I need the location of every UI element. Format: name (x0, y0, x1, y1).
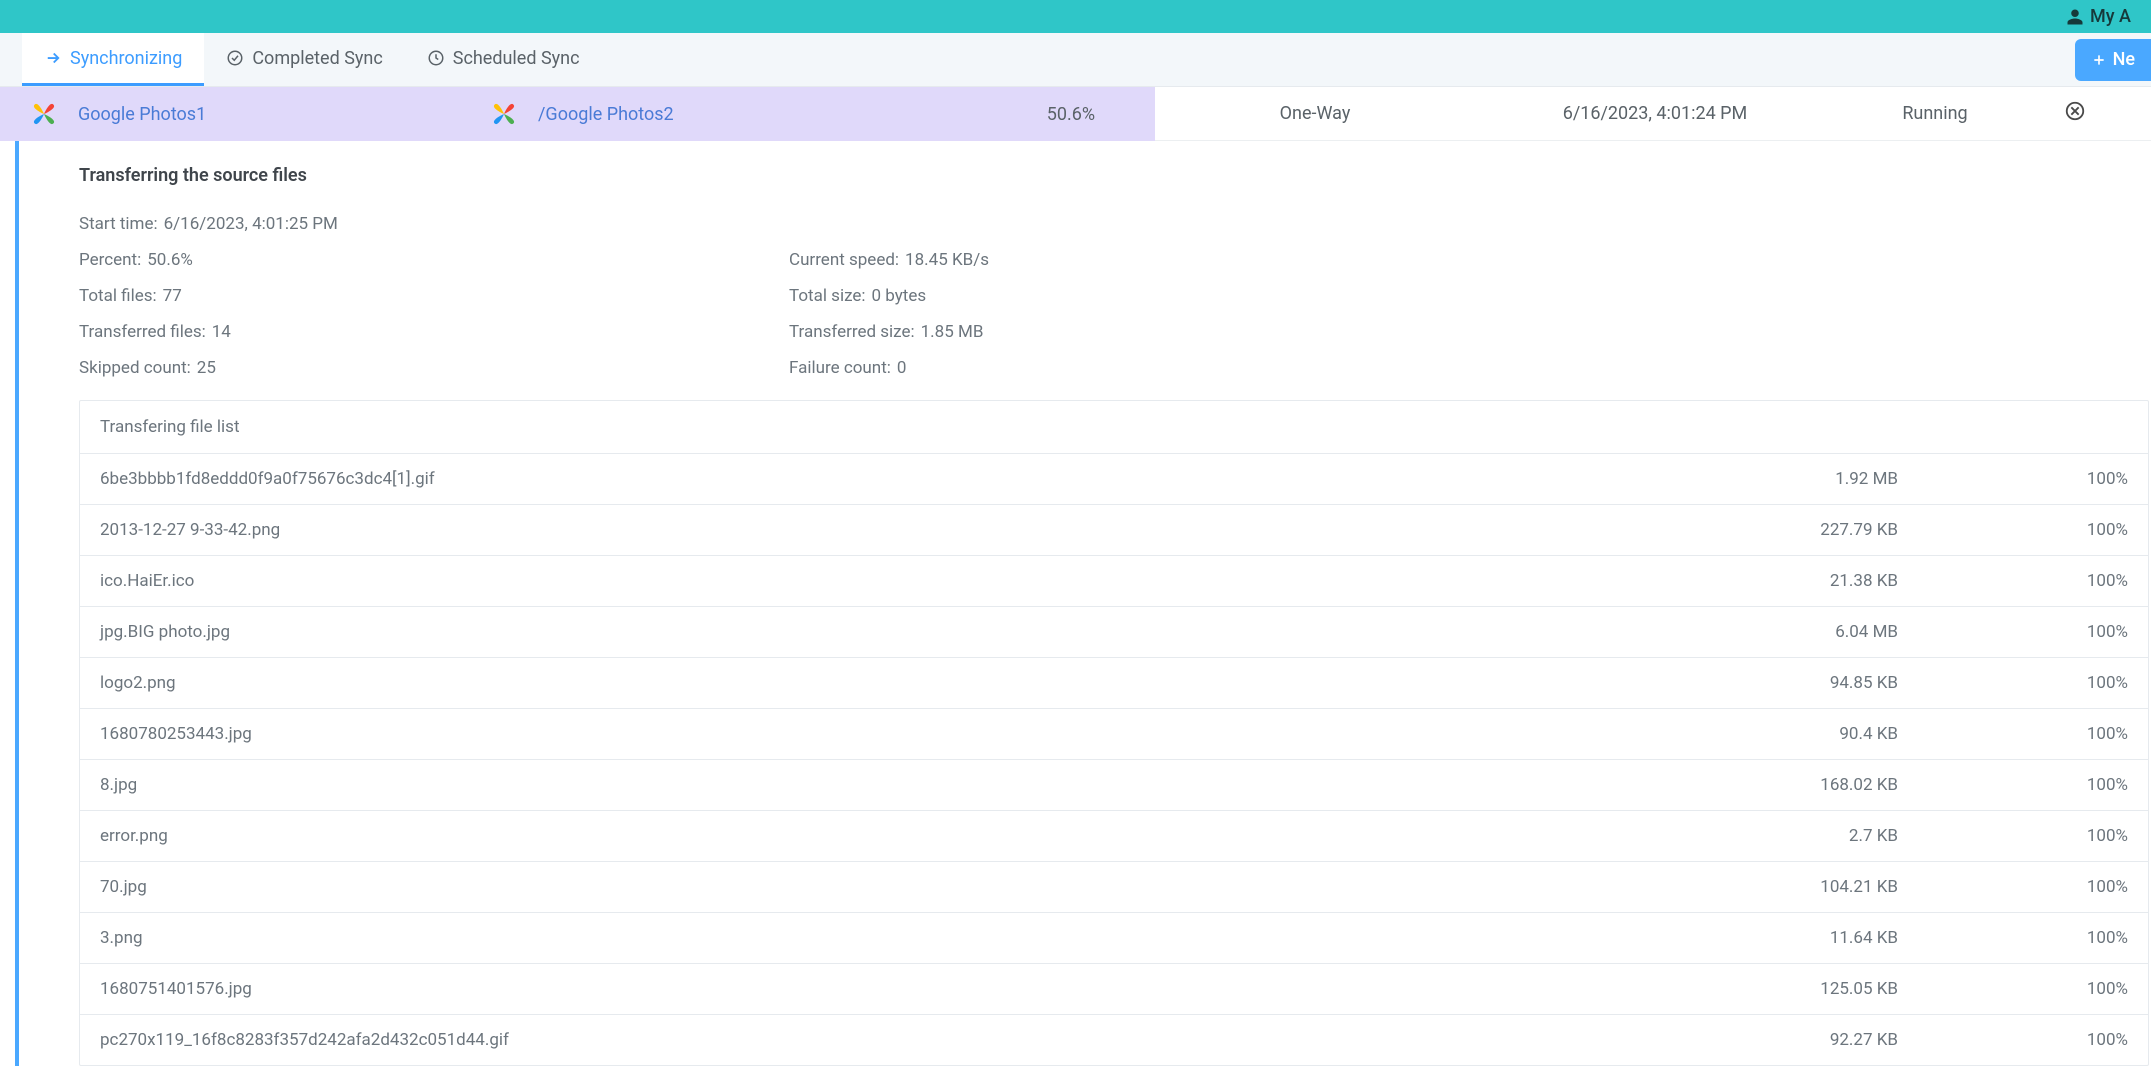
stat-percent: Percent 50.6% (79, 250, 789, 270)
cancel-circle-icon (2064, 100, 2086, 122)
stat-speed: Current speed 18.45 KB/s (789, 250, 1499, 270)
file-size: 11.64 KB (1678, 928, 1938, 948)
destination-name: /Google Photos2 (538, 104, 674, 125)
file-row: 1680751401576.jpg125.05 KB100% (80, 964, 2148, 1015)
task-status: Running (1835, 103, 2035, 124)
file-row: 70.jpg104.21 KB100% (80, 862, 2148, 913)
file-size: 2.7 KB (1678, 826, 1938, 846)
file-name: 6be3bbbb1fd8eddd0f9a0f75676c3dc4[1].gif (100, 469, 1678, 489)
tab-label: Completed Sync (252, 48, 382, 69)
google-photos-icon (488, 98, 520, 130)
file-name: logo2.png (100, 673, 1678, 693)
file-row: 1680780253443.jpg90.4 KB100% (80, 709, 2148, 760)
file-list-header: Transfering file list (80, 401, 2148, 454)
file-name: 3.png (100, 928, 1678, 948)
file-name: 1680751401576.jpg (100, 979, 1678, 999)
new-task-button[interactable]: Ne (2075, 39, 2151, 81)
file-progress: 100% (1938, 928, 2128, 948)
account-label: My A (2090, 6, 2131, 27)
file-progress: 100% (1938, 979, 2128, 999)
file-size: 227.79 KB (1678, 520, 1938, 540)
file-row: pc270x119_16f8c8283f357d242afa2d432c051d… (80, 1015, 2148, 1065)
stat-transferred-files: Transferred files 14 (79, 322, 789, 342)
google-photos-icon (28, 98, 60, 130)
app-header: My A (0, 0, 2151, 33)
file-name: ico.HaiEr.ico (100, 571, 1678, 591)
file-size: 125.05 KB (1678, 979, 1938, 999)
file-size: 94.85 KB (1678, 673, 1938, 693)
file-progress: 100% (1938, 724, 2128, 744)
stat-start-time: Start time 6/16/2023, 4:01:25 PM (79, 214, 789, 234)
file-progress: 100% (1938, 877, 2128, 897)
check-circle-icon (226, 49, 244, 67)
cancel-task-button[interactable] (2064, 100, 2086, 122)
file-row: 2013-12-27 9-33-42.png227.79 KB100% (80, 505, 2148, 556)
file-progress: 100% (1938, 673, 2128, 693)
file-size: 168.02 KB (1678, 775, 1938, 795)
file-row: 3.png11.64 KB100% (80, 913, 2148, 964)
file-row: error.png2.7 KB100% (80, 811, 2148, 862)
file-size: 90.4 KB (1678, 724, 1938, 744)
file-progress: 100% (1938, 469, 2128, 489)
file-row: ico.HaiEr.ico21.38 KB100% (80, 556, 2148, 607)
file-progress: 100% (1938, 826, 2128, 846)
stat-skipped: Skipped count 25 (79, 358, 789, 378)
file-progress: 100% (1938, 571, 2128, 591)
file-row: 8.jpg168.02 KB100% (80, 760, 2148, 811)
stat-total-files: Total files 77 (79, 286, 789, 306)
file-row: logo2.png94.85 KB100% (80, 658, 2148, 709)
file-list: Transfering file list 6be3bbbb1fd8eddd0f… (79, 400, 2149, 1066)
file-row: 6be3bbbb1fd8eddd0f9a0f75676c3dc4[1].gif1… (80, 454, 2148, 505)
file-progress: 100% (1938, 775, 2128, 795)
file-name: 70.jpg (100, 877, 1678, 897)
tab-bar: Synchronizing Completed Sync Scheduled S… (0, 33, 2151, 87)
clock-icon (427, 49, 445, 67)
file-size: 6.04 MB (1678, 622, 1938, 642)
stat-total-size: Total size 0 bytes (789, 286, 1499, 306)
file-progress: 100% (1938, 622, 2128, 642)
file-row: jpg.BIG photo.jpg6.04 MB100% (80, 607, 2148, 658)
file-name: jpg.BIG photo.jpg (100, 622, 1678, 642)
arrow-right-icon (44, 49, 62, 67)
new-button-label: Ne (2113, 49, 2135, 70)
task-mode: One-Way (1155, 103, 1475, 124)
tab-completed[interactable]: Completed Sync (204, 33, 404, 86)
destination-endpoint: /Google Photos2 (460, 98, 920, 130)
stat-transferred-size: Transferred size 1.85 MB (789, 322, 1499, 342)
user-icon (2066, 8, 2084, 26)
sync-task-row[interactable]: Google Photos1 /Google Photos2 50.6% One… (0, 87, 2151, 141)
account-menu[interactable]: My A (2066, 6, 2131, 27)
file-progress: 100% (1938, 520, 2128, 540)
file-size: 104.21 KB (1678, 877, 1938, 897)
task-progress-area: Google Photos1 /Google Photos2 50.6% (0, 87, 1155, 141)
file-name: 1680780253443.jpg (100, 724, 1678, 744)
file-size: 92.27 KB (1678, 1030, 1938, 1050)
plus-icon (2091, 52, 2107, 68)
file-name: 8.jpg (100, 775, 1678, 795)
task-detail-panel: Transferring the source files Start time… (15, 141, 2151, 1066)
task-time: 6/16/2023, 4:01:24 PM (1475, 103, 1835, 124)
file-name: pc270x119_16f8c8283f357d242afa2d432c051d… (100, 1030, 1678, 1050)
tab-label: Scheduled Sync (453, 48, 580, 69)
tab-synchronizing[interactable]: Synchronizing (22, 33, 204, 86)
file-size: 21.38 KB (1678, 571, 1938, 591)
tab-scheduled[interactable]: Scheduled Sync (405, 33, 602, 86)
stat-failure: Failure count 0 (789, 358, 1499, 378)
file-progress: 100% (1938, 1030, 2128, 1050)
stats-area: Start time 6/16/2023, 4:01:25 PM Percent… (79, 214, 2151, 378)
tab-label: Synchronizing (70, 48, 182, 69)
task-percent: 50.6% (920, 104, 1155, 125)
file-size: 1.92 MB (1678, 469, 1938, 489)
file-name: 2013-12-27 9-33-42.png (100, 520, 1678, 540)
detail-title: Transferring the source files (79, 165, 2151, 186)
source-endpoint: Google Photos1 (0, 98, 460, 130)
source-name: Google Photos1 (78, 104, 206, 125)
file-name: error.png (100, 826, 1678, 846)
